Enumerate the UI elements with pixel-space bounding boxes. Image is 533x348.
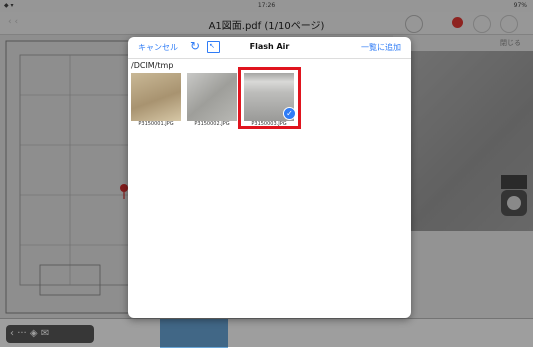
photo-thumbnail[interactable] xyxy=(131,73,181,121)
file-name: P3150001.JPG xyxy=(138,121,174,127)
selection-highlight-box xyxy=(238,67,301,129)
folder-path: /DCIM/tmp xyxy=(131,61,174,70)
file-name: P3150002.JPG xyxy=(194,121,230,127)
photo-thumbnail[interactable] xyxy=(187,73,237,121)
add-all-button[interactable]: 一覧に追加 xyxy=(361,42,401,53)
flash-air-dialog: キャンセル ↻ ↖ Flash Air 一覧に追加 /DCIM/tmp P315… xyxy=(128,37,411,318)
dialog-header: キャンセル ↻ ↖ Flash Air 一覧に追加 xyxy=(128,37,411,59)
